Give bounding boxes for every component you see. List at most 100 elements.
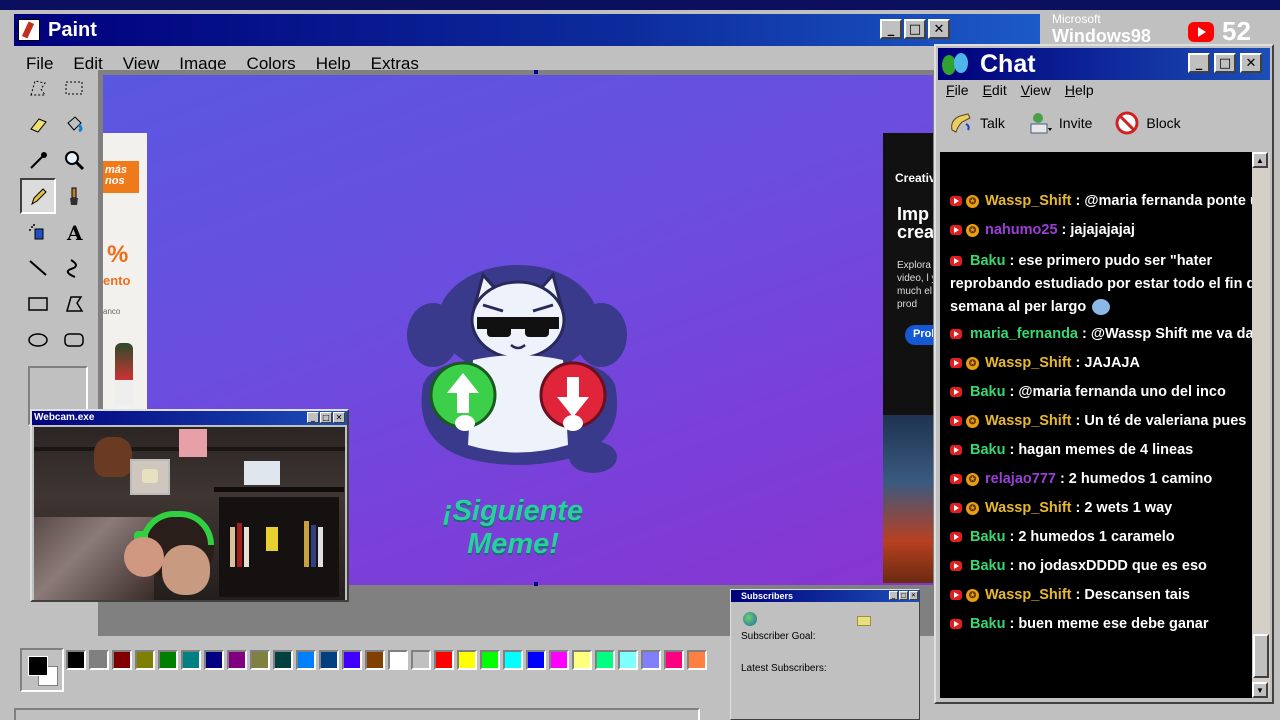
minimize-button[interactable]: _ xyxy=(880,19,902,39)
canvas-resize-handle[interactable] xyxy=(534,582,538,586)
chat-username[interactable]: Baku xyxy=(970,558,1005,574)
palette-swatch[interactable] xyxy=(388,650,408,670)
chat-title-bar[interactable]: Chat _ □ ✕ xyxy=(938,48,1270,80)
palette-swatch[interactable] xyxy=(664,650,684,670)
chat-username[interactable]: relajao777 xyxy=(985,471,1056,487)
palette-swatch[interactable] xyxy=(89,650,109,670)
chat-maximize-button[interactable]: □ xyxy=(1214,53,1236,73)
block-button[interactable]: Block xyxy=(1114,110,1181,136)
ad-right-button[interactable]: Prob xyxy=(905,325,933,345)
chat-username[interactable]: maria_fernanda xyxy=(970,326,1078,342)
scroll-up-icon[interactable]: ▲ xyxy=(1252,152,1268,168)
palette-swatch[interactable] xyxy=(227,650,247,670)
palette-swatch[interactable] xyxy=(296,650,316,670)
color-picker-icon[interactable] xyxy=(20,142,56,178)
scroll-down-icon[interactable]: ▼ xyxy=(1252,682,1268,698)
airbrush-icon[interactable] xyxy=(20,214,56,250)
invite-button[interactable]: Invite xyxy=(1027,110,1092,136)
canvas-resize-handle[interactable] xyxy=(534,70,538,74)
ellipse-icon[interactable] xyxy=(20,322,56,358)
line-icon[interactable] xyxy=(20,250,56,286)
chat-username[interactable]: Wassp_Shift xyxy=(985,587,1071,603)
fill-bucket-icon[interactable] xyxy=(56,106,92,142)
palette-swatch[interactable] xyxy=(365,650,385,670)
palette-swatch[interactable] xyxy=(342,650,362,670)
pencil-icon[interactable] xyxy=(20,178,56,214)
chat-username[interactable]: nahumo25 xyxy=(985,222,1058,238)
chat-username[interactable]: Wassp_Shift xyxy=(985,413,1071,429)
rect-select-icon[interactable] xyxy=(56,70,92,106)
palette-swatch[interactable] xyxy=(181,650,201,670)
palette-swatch[interactable] xyxy=(549,650,569,670)
palette-swatch[interactable] xyxy=(480,650,500,670)
ad-right-image xyxy=(883,415,933,583)
chat-log[interactable]: ✪Wassp_Shift: @maria fernanda ponte un v… xyxy=(940,152,1252,698)
palette-swatch[interactable] xyxy=(158,650,178,670)
chat-username[interactable]: Wassp_Shift xyxy=(985,193,1071,209)
close-button[interactable]: ✕ xyxy=(928,19,950,39)
webcam-maximize-button[interactable]: □ xyxy=(320,412,332,423)
palette-swatch[interactable] xyxy=(687,650,707,670)
palette-swatch[interactable] xyxy=(273,650,293,670)
maximize-button[interactable]: □ xyxy=(904,19,926,39)
chat-menu-view[interactable]: View xyxy=(1021,82,1051,98)
subscribers-title-bar[interactable]: Subscribers _ □ ✕ xyxy=(731,590,919,602)
talk-button[interactable]: Talk xyxy=(948,110,1005,136)
text-icon[interactable]: A xyxy=(56,214,92,250)
palette-swatch[interactable] xyxy=(641,650,661,670)
chat-menu-file[interactable]: File xyxy=(946,82,969,98)
chat-close-button[interactable]: ✕ xyxy=(1240,53,1262,73)
subscribers-minimize-button[interactable]: _ xyxy=(889,591,898,600)
palette-swatch[interactable] xyxy=(204,650,224,670)
chat-message: Baku: no jodasxDDDD que es eso xyxy=(950,557,1252,575)
palette-swatch[interactable] xyxy=(572,650,592,670)
palette-swatch[interactable] xyxy=(250,650,270,670)
palette-swatch[interactable] xyxy=(434,650,454,670)
chat-username[interactable]: Baku xyxy=(970,384,1005,400)
palette-swatch[interactable] xyxy=(411,650,431,670)
palette-swatch[interactable] xyxy=(135,650,155,670)
subscribers-close-button[interactable]: ✕ xyxy=(909,591,918,600)
current-colors[interactable] xyxy=(20,648,64,692)
foreground-color[interactable] xyxy=(28,656,48,676)
chat-scrollbar[interactable]: ▲ ▼ xyxy=(1252,152,1270,698)
webcam-minimize-button[interactable]: _ xyxy=(307,412,319,423)
right-ad-banner[interactable]: Creativ Imp creat Explora video, l y muc… xyxy=(883,133,933,583)
rectangle-icon[interactable] xyxy=(20,286,56,322)
paint-title-bar[interactable]: Paint _ □ ✕ xyxy=(14,14,1040,46)
chat-window-controls: _ □ ✕ xyxy=(1188,53,1262,73)
bottle-image xyxy=(115,343,133,405)
subscribers-maximize-button[interactable]: □ xyxy=(899,591,908,600)
chat-menu-help[interactable]: Help xyxy=(1065,82,1094,98)
polygon-icon[interactable] xyxy=(56,286,92,322)
curve-icon[interactable] xyxy=(56,250,92,286)
eraser-icon[interactable] xyxy=(20,106,56,142)
palette-swatch[interactable] xyxy=(595,650,615,670)
chat-username[interactable]: Baku xyxy=(970,529,1005,545)
scroll-thumb[interactable] xyxy=(1253,634,1269,678)
magnifier-icon[interactable] xyxy=(56,142,92,178)
palette-swatch[interactable] xyxy=(457,650,477,670)
palette-swatch[interactable] xyxy=(618,650,638,670)
palette-swatch[interactable] xyxy=(526,650,546,670)
palette-swatch[interactable] xyxy=(503,650,523,670)
chat-minimize-button[interactable]: _ xyxy=(1188,53,1210,73)
member-star-icon: ✪ xyxy=(966,472,979,486)
chat-menu-edit[interactable]: Edit xyxy=(983,82,1007,98)
chat-username[interactable]: Wassp_Shift xyxy=(985,500,1071,516)
brush-icon[interactable] xyxy=(56,178,92,214)
chat-username[interactable]: Wassp_Shift xyxy=(985,355,1071,371)
chat-username[interactable]: Baku xyxy=(970,442,1005,458)
chat-message: ✪ Wassp_Shift: 2 wets 1 way xyxy=(950,499,1252,517)
webcam-title-bar[interactable]: Webcam.exe _ □ ✕ xyxy=(32,411,347,425)
palette-swatch[interactable] xyxy=(319,650,339,670)
palette-swatch[interactable] xyxy=(112,650,132,670)
chat-username[interactable]: Baku xyxy=(970,616,1005,632)
palette-swatch[interactable] xyxy=(66,650,86,670)
chat-username[interactable]: Baku xyxy=(970,253,1005,269)
rounded-rectangle-icon[interactable] xyxy=(56,322,92,358)
free-select-icon[interactable] xyxy=(20,70,56,106)
webcam-close-button[interactable]: ✕ xyxy=(333,412,345,423)
status-bar xyxy=(14,708,700,720)
left-ad-banner[interactable]: más nos % ento anco xyxy=(103,133,147,413)
